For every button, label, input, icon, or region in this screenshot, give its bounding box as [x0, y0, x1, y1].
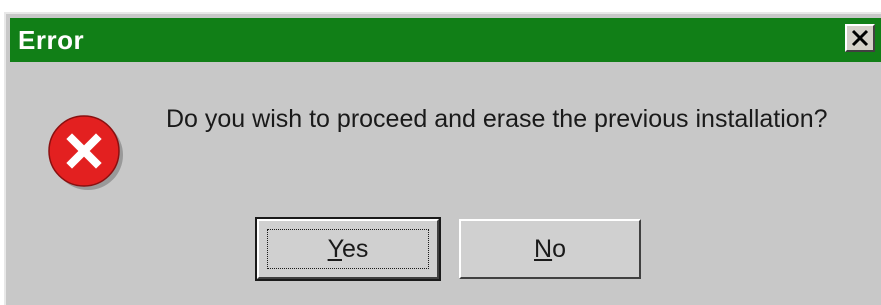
- yes-label-rest: es: [341, 234, 369, 263]
- no-label-rest: o: [552, 234, 566, 263]
- dialog-title: Error: [18, 25, 85, 55]
- yes-mnemonic: Y: [327, 234, 342, 263]
- dialog-message: Do you wish to proceed and erase the pre…: [166, 105, 828, 133]
- yes-button-label: Yes: [328, 235, 369, 264]
- close-button[interactable]: [845, 24, 875, 52]
- error-dialog: Error Do you wish to proceed and erase t…: [4, 12, 881, 305]
- yes-button[interactable]: Yes: [255, 217, 441, 281]
- no-mnemonic: N: [534, 234, 553, 263]
- close-icon: [851, 29, 869, 47]
- error-icon: [48, 115, 123, 190]
- title-bar[interactable]: Error: [10, 18, 881, 62]
- no-button-label: No: [534, 235, 566, 264]
- no-button[interactable]: No: [459, 219, 641, 279]
